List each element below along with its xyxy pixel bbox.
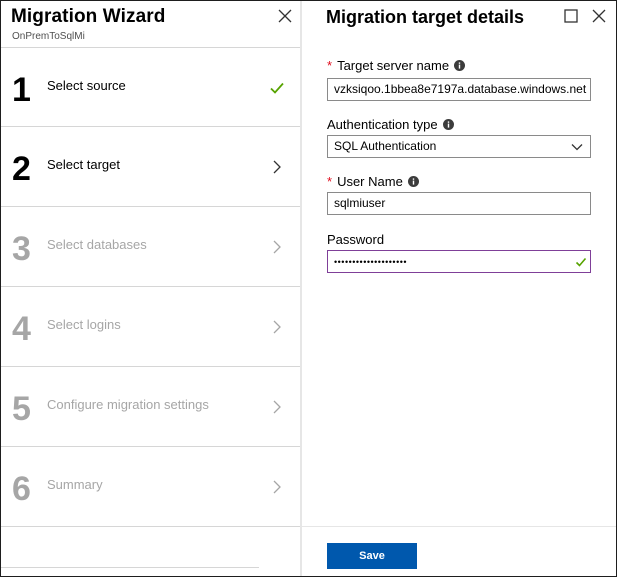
page-title: Migration target details <box>326 7 525 27</box>
close-icon[interactable] <box>592 9 606 23</box>
step-number: 4 <box>12 310 31 348</box>
step-label: Select logins <box>47 317 121 332</box>
chevron-right-icon <box>273 480 281 494</box>
close-icon[interactable] <box>277 8 293 24</box>
step-number: 5 <box>12 390 31 428</box>
maximize-icon[interactable] <box>564 9 578 23</box>
step-label: Select source <box>47 78 126 93</box>
chevron-right-icon <box>273 320 281 334</box>
step-select-target[interactable]: 2 Select target <box>1 127 301 207</box>
step-number: 1 <box>12 71 31 109</box>
wizard-steps: 1 Select source 2 Select target 3 Select… <box>1 47 301 527</box>
step-label: Configure migration settings <box>47 397 209 412</box>
step-select-databases[interactable]: 3 Select databases <box>1 207 301 287</box>
server-name-label: * Target server name <box>327 58 466 73</box>
auth-type-label: Authentication type <box>327 117 454 132</box>
server-name-input[interactable]: vzksiqoo.1bbea8e7197a.database.windows.n… <box>327 78 591 101</box>
save-button[interactable]: Save <box>327 543 417 569</box>
password-input[interactable]: •••••••••••••••••••• <box>327 250 591 273</box>
step-select-source[interactable]: 1 Select source <box>1 47 301 127</box>
step-configure-migration-settings[interactable]: 5 Configure migration settings <box>1 367 301 447</box>
step-summary[interactable]: 6 Summary <box>1 447 301 527</box>
step-number: 3 <box>12 230 31 268</box>
auth-type-select[interactable]: SQL Authentication <box>327 135 591 158</box>
step-label: Select target <box>47 157 120 172</box>
user-name-label: * User Name <box>327 174 419 189</box>
user-name-input[interactable]: sqlmiuser <box>327 192 591 215</box>
info-icon[interactable] <box>407 176 419 187</box>
checkmark-icon <box>270 82 284 94</box>
info-icon[interactable] <box>454 60 466 71</box>
chevron-right-icon <box>273 160 281 174</box>
step-number: 6 <box>12 470 31 508</box>
wizard-pane: Migration Wizard OnPremToSqlMi 1 Select … <box>1 1 301 576</box>
required-marker: * <box>327 58 333 73</box>
info-icon[interactable] <box>442 119 454 130</box>
wizard-title: Migration Wizard <box>11 6 166 27</box>
divider <box>1 567 259 568</box>
wizard-header: Migration Wizard OnPremToSqlMi <box>1 1 301 47</box>
chevron-right-icon <box>273 240 281 254</box>
step-label: Summary <box>47 477 103 492</box>
step-number: 2 <box>12 150 31 188</box>
password-label: Password <box>327 232 385 247</box>
target-details-pane: Migration target details * Target server… <box>302 1 616 576</box>
required-marker: * <box>327 174 333 189</box>
divider <box>302 526 616 527</box>
chevron-down-icon <box>571 144 583 151</box>
wizard-subtitle: OnPremToSqlMi <box>12 31 85 42</box>
checkmark-icon <box>575 257 587 267</box>
step-select-logins[interactable]: 4 Select logins <box>1 287 301 367</box>
step-label: Select databases <box>47 237 147 252</box>
chevron-right-icon <box>273 400 281 414</box>
